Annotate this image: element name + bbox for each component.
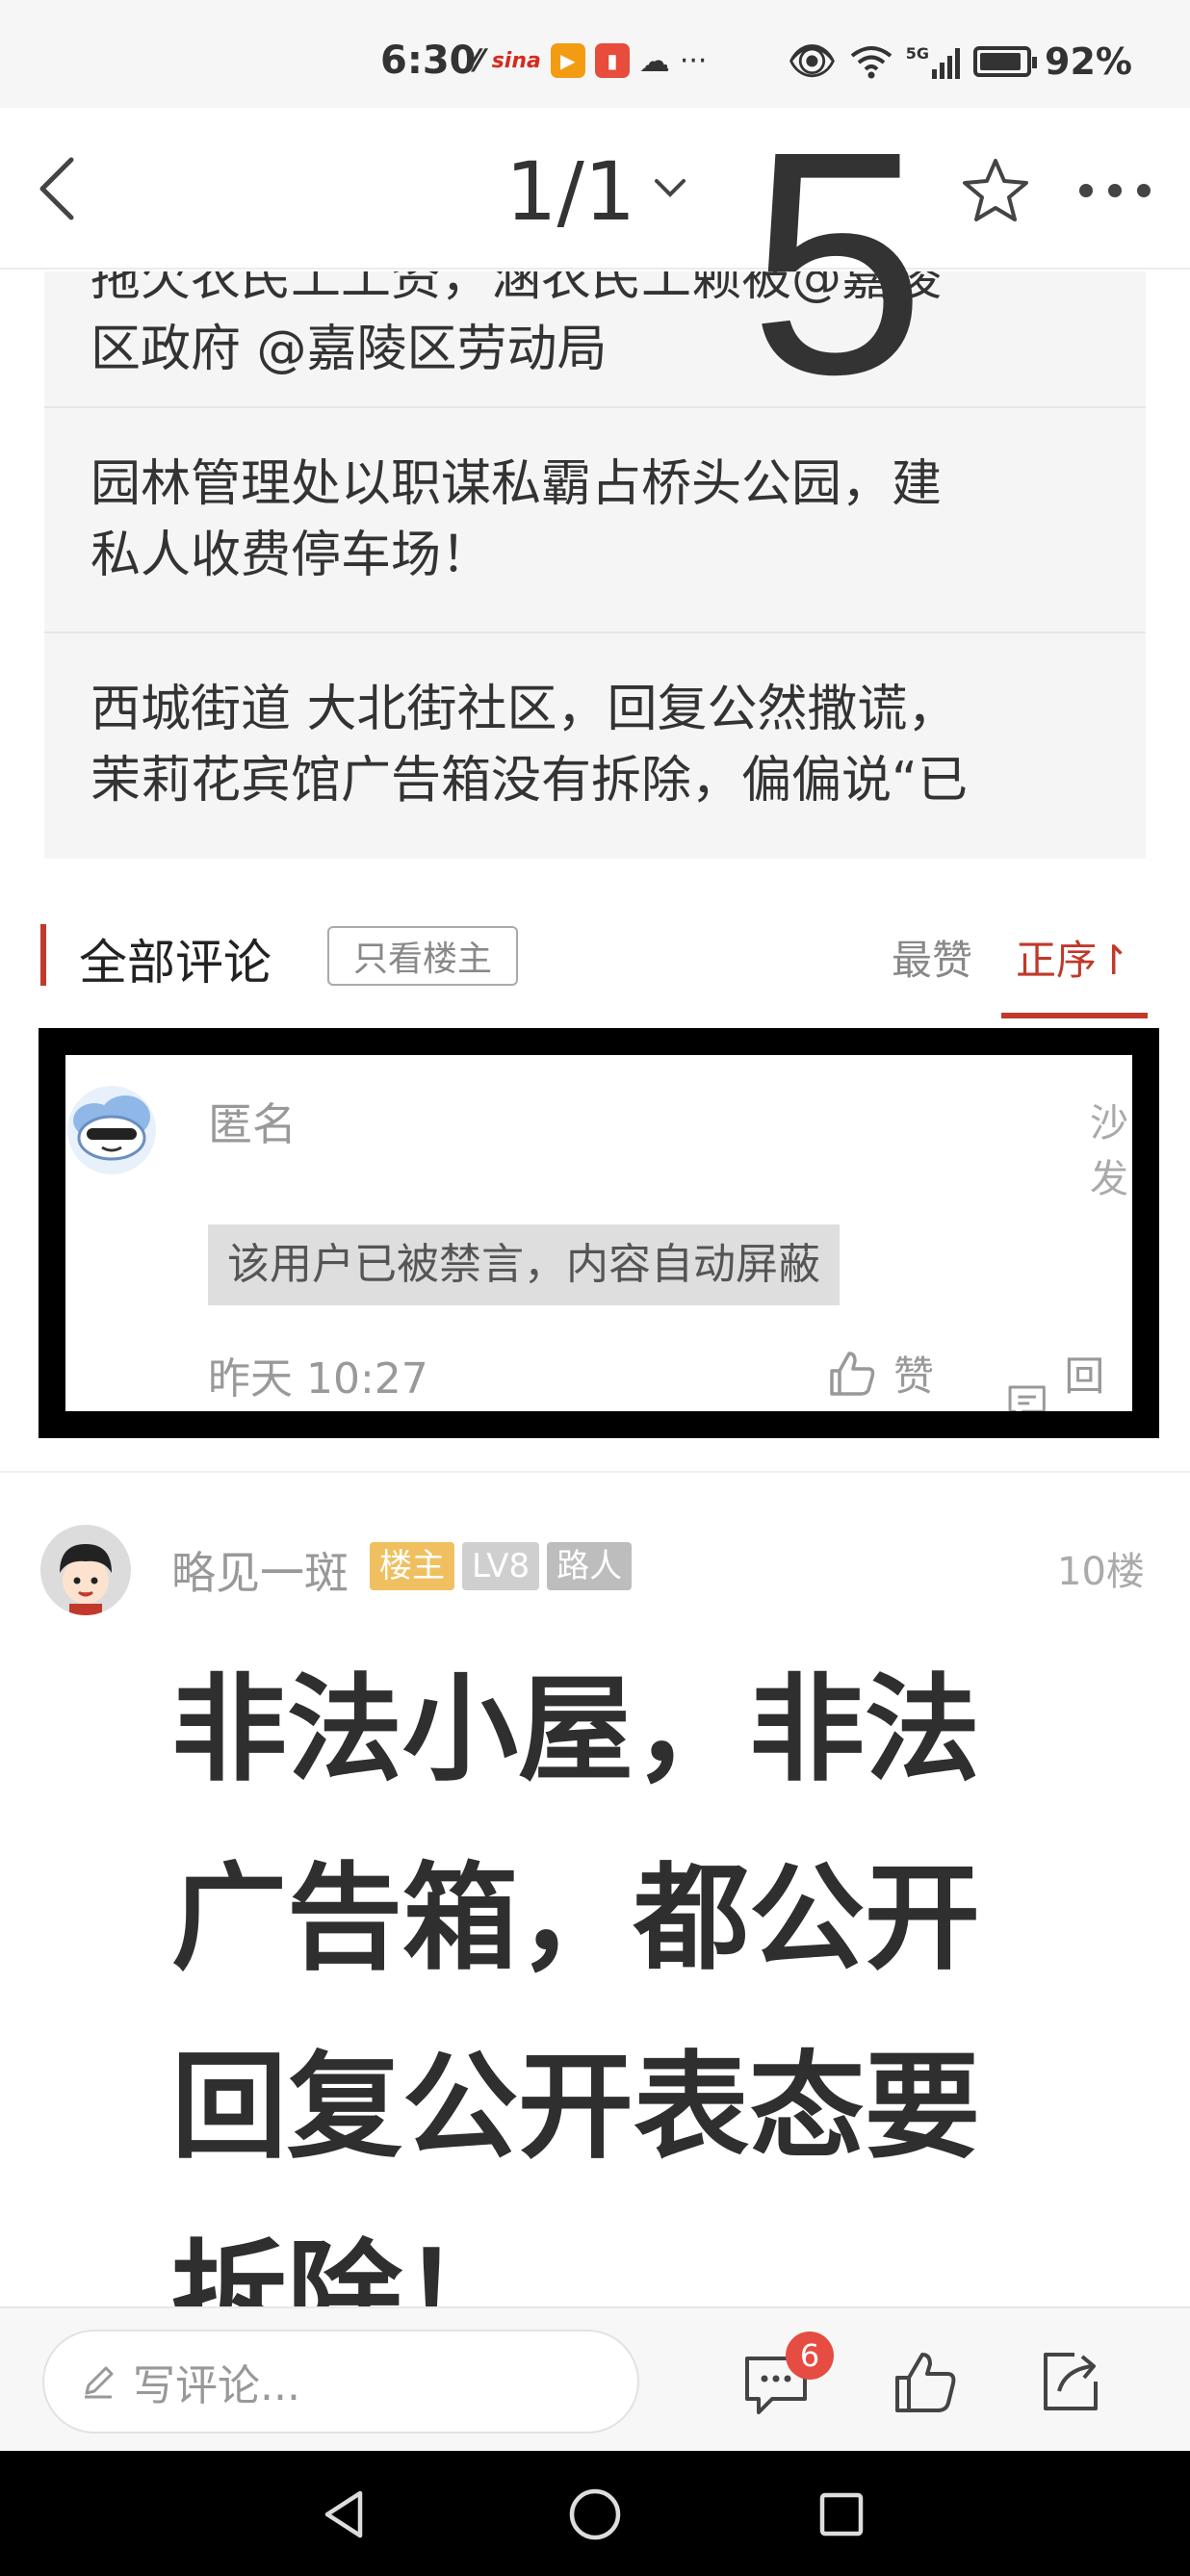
comment-author[interactable]: 略见一斑 — [171, 1538, 349, 1602]
topic-item[interactable]: 拖欠农民工工资，涵农民工赖被@嘉陵 区政府 @嘉陵区劳动局 — [44, 271, 1146, 385]
star-icon[interactable] — [961, 156, 1030, 225]
sina-icon: sina — [491, 48, 541, 73]
topic-line: 茉莉花宾馆广告箱没有拆除，偏偏说“已 — [91, 752, 968, 810]
comment-content: 非法小屋，非法 广告箱，都公开 回复公开表态要 拆除！ — [171, 1636, 1038, 2391]
status-right: 👁 5G 92% — [788, 39, 1132, 84]
comment-author[interactable]: 匿名 — [208, 1090, 297, 1153]
network-type: 5G — [905, 43, 930, 63]
only-op-button[interactable]: 只看楼主 — [327, 926, 518, 986]
top-navigation-bar: 1/1 — [0, 108, 1190, 270]
topic-line: 园林管理处以职谋私霸占桥头公园，建 — [91, 455, 943, 513]
more-notifications-icon: ··· — [679, 43, 708, 78]
blocked-content: 该用户已被禁言，内容自动屏蔽 — [208, 1224, 840, 1305]
user-avatar[interactable] — [40, 1525, 131, 1615]
reply-label: 回复 — [1064, 1352, 1105, 1438]
reply-bubble-icon — [1008, 1385, 1046, 1411]
video-app-icon: ▶ — [550, 43, 585, 78]
divider — [0, 1471, 1190, 1473]
divider — [44, 631, 1146, 633]
comment-count-badge: 6 — [786, 2331, 834, 2380]
topic-item[interactable]: 西城街道 大北街社区，回复公然撒谎， 茉莉花宾馆广告箱没有拆除，偏偏说“已 — [44, 674, 1146, 816]
topic-line: 拖欠农民工工资，涵农民工赖被@嘉陵 — [91, 271, 943, 307]
sort-chronological-tab[interactable]: 正序↾ — [1016, 928, 1130, 987]
battery-icon — [973, 45, 1038, 77]
wechat-icon: ☁ — [638, 42, 670, 79]
like-button[interactable]: 赞 — [826, 1344, 934, 1403]
thumbs-up-icon — [830, 1351, 875, 1396]
chevron-down-icon[interactable] — [653, 171, 687, 206]
section-accent-bar — [40, 924, 46, 986]
nav-back-icon[interactable] — [316, 2486, 374, 2543]
pencil-icon — [85, 2366, 114, 2399]
comment-line: 回复公开表态要 — [171, 2041, 980, 2175]
active-tab-indicator — [1001, 1013, 1148, 1018]
status-bar: 6:30 ⁄⁄ sina ▶ ▮ ☁ ··· 👁 5G 92% — [0, 0, 1190, 108]
more-options-icon[interactable] — [1076, 181, 1153, 200]
eye-icon: 👁 — [787, 39, 837, 84]
overlay-number: 5 — [749, 85, 926, 440]
slash-icon: ⁄⁄ — [472, 42, 482, 79]
comment-time: 昨天 10:27 — [208, 1354, 428, 1404]
comment-line: 非法小屋，非法 — [171, 1663, 980, 1797]
thumbs-up-icon[interactable] — [890, 2347, 961, 2418]
comment-input[interactable]: 写评论... — [42, 2330, 639, 2434]
back-arrow-icon[interactable] — [29, 154, 91, 223]
status-notification-icons: ⁄⁄ sina ▶ ▮ ☁ ··· — [472, 42, 707, 79]
role-badge: 路人 — [547, 1542, 633, 1590]
nav-recents-icon[interactable] — [813, 2486, 870, 2543]
topic-line: 西城街道 大北街社区，回复公然撒谎， — [91, 681, 958, 738]
sort-most-liked-tab[interactable]: 最赞 — [892, 928, 972, 987]
battery-percent: 92% — [1045, 39, 1132, 83]
share-icon[interactable] — [1036, 2347, 1107, 2418]
book-app-icon: ▮ — [594, 43, 630, 78]
comments-title: 全部评论 — [79, 935, 272, 991]
topic-item[interactable]: 园林管理处以职谋私霸占桥头公园，建 私人收费停车场！ — [44, 449, 1146, 591]
bottom-action-bar: 写评论... 6 — [0, 2306, 1190, 2451]
comment-placeholder: 写评论... — [133, 2361, 300, 2410]
op-badge: 楼主 — [370, 1542, 454, 1590]
like-label: 赞 — [893, 1352, 935, 1400]
level-badge: LV8 — [462, 1542, 540, 1590]
comment-line: 广告箱，都公开 — [171, 1852, 980, 1986]
anonymous-avatar[interactable] — [65, 1084, 158, 1176]
signal-icon: 5G — [905, 43, 961, 79]
nav-home-icon[interactable] — [566, 2486, 624, 2543]
highlighted-comment: 匿名 沙发 该用户已被禁言，内容自动屏蔽 昨天 10:27 赞 回复 — [39, 1028, 1159, 1438]
topic-line: 私人收费停车场！ — [91, 527, 492, 584]
user-badges: 楼主 LV8 路人 — [370, 1542, 633, 1590]
cartoon-avatar-icon — [40, 1525, 131, 1615]
status-time: 6:30 — [380, 39, 477, 83]
floor-label: 沙发 — [1090, 1101, 1128, 1201]
page-indicator[interactable]: 1/1 — [505, 144, 635, 239]
wifi-icon — [850, 45, 892, 78]
divider — [44, 406, 1146, 408]
reply-button[interactable]: 回复 — [1005, 1344, 1132, 1438]
related-topics-block: 拖欠农民工工资，涵农民工赖被@嘉陵 区政府 @嘉陵区劳动局 园林管理处以职谋私霸… — [44, 271, 1146, 859]
topic-line: 区政府 @嘉陵区劳动局 — [91, 321, 608, 378]
system-navigation-bar — [0, 2451, 1190, 2576]
floor-number: 10楼 — [1057, 1550, 1145, 1594]
